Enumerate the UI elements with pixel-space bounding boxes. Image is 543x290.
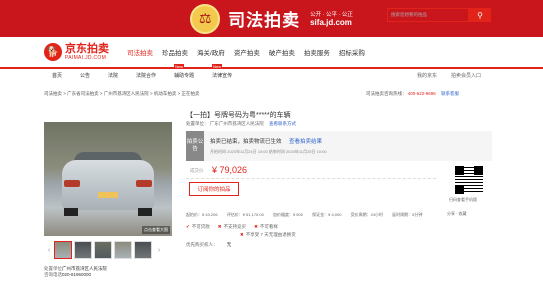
- search-input[interactable]: 搜索您想要的拍品: [387, 8, 469, 22]
- logo-cn: 京东拍卖: [65, 43, 109, 55]
- close-icon: ✖: [240, 232, 244, 237]
- banner-title: 司法拍卖: [228, 11, 301, 30]
- priority-buyer-value: 无: [226, 242, 232, 247]
- sub-nav-items: 首页 公告 法院 法院合作 New 辅助专题 New 法律宣传: [52, 64, 250, 79]
- flag-label: 不享受 7 天无理由退换货: [245, 232, 296, 237]
- flag-label: 不可贷款: [191, 224, 210, 229]
- logo-text: 京东拍卖 PAIMAI.JD.COM: [65, 43, 109, 61]
- subnav-item-law-label: 法律宣传: [212, 73, 233, 79]
- thumbnail[interactable]: [134, 241, 152, 259]
- nav-item-sifa[interactable]: 司法拍卖: [127, 47, 153, 57]
- status-text: 拍卖已结束，拍卖物流已生效: [210, 139, 282, 145]
- left-info: 处置单位： 广州市荔湾区人民法院 咨询电话： 020-81960000: [44, 266, 107, 278]
- my-jd-link[interactable]: 我的京东: [417, 72, 437, 79]
- subnav-item-law[interactable]: New 法律宣传: [212, 64, 233, 79]
- status-timing: 开拍时间 2020年11月24日 10:00 结束时间 2020年11月25日 …: [210, 149, 327, 154]
- subnav-item-cooperation[interactable]: 法院合作: [136, 72, 156, 79]
- deal-price: ¥ 79,026: [212, 165, 248, 175]
- main-item-image[interactable]: 点击查看大图: [44, 122, 172, 236]
- status-main: 拍卖已结束，拍卖物流已生效 查看拍卖结果: [210, 137, 322, 145]
- param-delay-cycle: 延时周期：5分钟: [392, 212, 423, 217]
- car-taillight: [136, 180, 152, 187]
- license-plate: [98, 192, 118, 198]
- subnav-item-notice[interactable]: 公告: [80, 72, 90, 79]
- flag-item: ✖ 不支持竞买: [218, 224, 246, 230]
- new-badge: New: [212, 64, 223, 69]
- site-header: 🐕 京东拍卖 PAIMAI.JD.COM 司法拍卖 珍品拍卖 海关/政府 资产拍…: [0, 37, 543, 67]
- new-badge: New: [174, 64, 185, 69]
- param-deposit: 保证金：¥ 4,000: [312, 212, 342, 217]
- subnav-item-assist-label: 辅助专题: [174, 73, 195, 79]
- banner-url: sifa.jd.com: [310, 17, 352, 27]
- search-icon: ⚲: [477, 10, 483, 20]
- subnav-item-assist[interactable]: New 辅助专题: [174, 64, 195, 79]
- logo-en: PAIMAI.JD.COM: [65, 55, 107, 61]
- main-nav: 司法拍卖 珍品拍卖 海关/政府 资产拍卖 破产拍卖 拍卖服务 招标采购: [127, 47, 374, 57]
- flag-label: 不可看样: [259, 224, 278, 229]
- jd-dog-icon: 🐕: [44, 43, 62, 61]
- item-subline: 处置单位： 广东广州市荔湾区人民法院 查看联系方式: [186, 121, 296, 127]
- search-button[interactable]: ⚲: [469, 8, 491, 22]
- subscribe-button[interactable]: 订阅你的拍品: [189, 182, 239, 196]
- breadcrumb[interactable]: 司法拍卖 > 广东省司法拍卖 > 广州市荔湾区人民法院 > 机动车拍卖 > 正在…: [44, 91, 200, 97]
- car-taillight: [64, 180, 80, 187]
- banner-right: 公开 · 公平 · 公正 sifa.jd.com: [310, 11, 353, 27]
- subnav-item-courts[interactable]: 法院: [108, 72, 118, 79]
- car-tyre: [138, 208, 152, 216]
- param-increment: 加价幅度：¥ 500: [272, 212, 303, 217]
- param-start-price: 起拍价：¥ 43,206: [186, 212, 218, 217]
- car-tyre: [64, 208, 78, 216]
- divider: [186, 178, 436, 179]
- member-entry-link[interactable]: 拍卖会员入口: [451, 72, 481, 79]
- thumbnail-strip: ‹ ›: [44, 240, 172, 260]
- check-icon: ✔: [186, 224, 190, 229]
- auction-status-box: 拍卖公告 拍卖已结束，拍卖物流已生效 查看拍卖结果 开拍时间 2020年11月2…: [186, 131, 492, 161]
- qr-caption: 扫码查看手机版: [449, 197, 477, 202]
- thumbnail[interactable]: [114, 241, 132, 259]
- hotline-number: 400-622-9696: [407, 91, 436, 96]
- thumbnail[interactable]: [74, 241, 92, 259]
- close-icon: ✖: [254, 224, 258, 229]
- status-tag: 拍卖公告: [186, 131, 204, 161]
- left-info-phone: 020-81960000: [62, 272, 92, 277]
- flag-return: ✖ 不享受 7 天无理由退换货: [240, 232, 296, 238]
- nav-item-zichan[interactable]: 资产拍卖: [234, 47, 260, 57]
- priority-buyer: 优先购买权人： 无: [186, 242, 231, 248]
- hotline: 司法拍卖咨询热线： 400-622-9696 联系客服: [366, 91, 459, 97]
- close-icon: ✖: [217, 224, 222, 229]
- thumbnail[interactable]: [54, 241, 72, 259]
- court-emblem-icon: ⚖: [190, 3, 221, 34]
- flag-item: ✖ 不可看样: [254, 224, 278, 230]
- item-flags: ✔ 不可贷款 ✖ 不支持竞买 ✖ 不可看样: [186, 224, 286, 230]
- site-logo[interactable]: 🐕 京东拍卖 PAIMAI.JD.COM: [44, 43, 109, 61]
- nav-item-zhenpin[interactable]: 珍品拍卖: [162, 47, 188, 57]
- court-contact-link[interactable]: 查看联系方式: [269, 121, 296, 126]
- view-large-image-link[interactable]: 点击查看大图: [142, 226, 170, 234]
- auction-params: 起拍价：¥ 43,206 评估价：¥ 51,170.00 加价幅度：¥ 500 …: [186, 212, 430, 218]
- thumbnail[interactable]: [94, 241, 112, 259]
- chevron-right-icon[interactable]: ›: [154, 247, 164, 254]
- nav-item-fuwu[interactable]: 拍卖服务: [304, 47, 330, 57]
- hotline-label: 司法拍卖咨询热线：: [366, 91, 407, 96]
- share-links[interactable]: 分享 · 收藏: [447, 211, 467, 217]
- param-bid-cycle: 竞价周期：24小时: [350, 212, 384, 217]
- nav-item-haiguan[interactable]: 海关/政府: [197, 47, 225, 57]
- subline-label: 处置单位：: [186, 121, 209, 126]
- court-name: 广东广州市荔湾区人民法院: [209, 121, 264, 126]
- priority-buyer-label: 优先购买权人：: [186, 242, 218, 247]
- auction-result-link[interactable]: 查看拍卖结果: [289, 139, 322, 145]
- sub-nav: 首页 公告 法院 法院合作 New 辅助专题 New 法律宣传 我的京东 拍卖会…: [0, 64, 543, 81]
- nav-item-zhaobiao[interactable]: 招标采购: [339, 47, 365, 57]
- nav-item-pochan[interactable]: 破产拍卖: [269, 47, 295, 57]
- chevron-left-icon[interactable]: ‹: [44, 247, 54, 254]
- param-appraisal: 评估价：¥ 51,170.00: [226, 212, 264, 217]
- price-label: 成交价: [190, 168, 204, 173]
- flag-label: 不支持竞买: [223, 224, 247, 229]
- qr-code-icon: [455, 166, 483, 194]
- customer-service-link[interactable]: 联系客服: [441, 91, 459, 96]
- flag-item: ✔ 不可贷款: [186, 224, 210, 230]
- subnav-item-home[interactable]: 首页: [52, 72, 62, 79]
- item-title: 【一拍】号牌号码为粤*****的车辆: [186, 112, 291, 119]
